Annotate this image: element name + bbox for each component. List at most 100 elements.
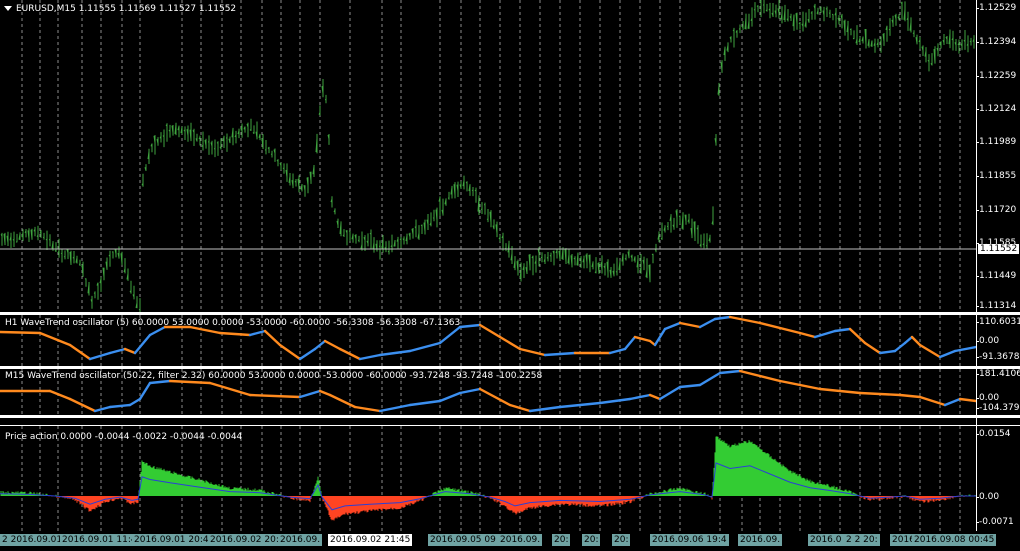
m15-scale: 181.4106 0.00 -104.3799 bbox=[975, 369, 1020, 415]
price-bar-tick bbox=[216, 142, 219, 144]
oscillator-segment bbox=[798, 331, 817, 339]
oscillator-segment bbox=[738, 369, 782, 383]
price-tick: 1.11449 bbox=[975, 271, 1017, 281]
m15-wavetrend-title: M15 WaveTrend oscillator (50.22, filter … bbox=[5, 371, 543, 381]
h1-tick: 0.00 bbox=[975, 336, 1000, 346]
oscillator-segment bbox=[138, 381, 152, 401]
pa-tick: 0.00 bbox=[975, 492, 1000, 502]
oscillator-segment bbox=[663, 321, 682, 331]
price-tick: 1.11855 bbox=[975, 171, 1017, 181]
price-bar-tick bbox=[480, 208, 483, 211]
price-tick: 1.12394 bbox=[975, 37, 1017, 47]
oscillator-segment bbox=[323, 339, 342, 351]
price-bar-tick bbox=[888, 28, 891, 31]
price-tick: 1.12124 bbox=[975, 104, 1017, 114]
price-bar-tick bbox=[282, 167, 285, 170]
time-label: 2016.09.08 00:45 bbox=[912, 534, 997, 546]
oscillator-segment bbox=[953, 345, 976, 353]
time-label: 2016.09.01 20:4 bbox=[132, 534, 211, 546]
oscillator-segment bbox=[263, 329, 282, 347]
time-label: 2 2016.09.01 bbox=[0, 534, 65, 546]
oscillator-segment bbox=[718, 369, 742, 375]
oscillator-segment bbox=[148, 325, 167, 337]
oscillator-segment bbox=[758, 321, 802, 335]
oscillator-segment bbox=[678, 321, 702, 329]
oscillator-segment bbox=[108, 347, 127, 355]
oscillator-segment bbox=[358, 353, 382, 361]
time-label: 20: bbox=[612, 534, 631, 546]
time-label: 2016.09. bbox=[278, 534, 323, 546]
oscillator-segment bbox=[0, 330, 42, 335]
oscillator-segment bbox=[48, 389, 72, 401]
oscillator-segment bbox=[678, 383, 702, 389]
oscillator-segment bbox=[713, 315, 732, 321]
price-action-title: Price action 0.0000 -0.0044 -0.0022 -0.0… bbox=[5, 432, 243, 442]
h1-wavetrend-title: H1 WaveTrend oscillator (5) 60.0000 53.0… bbox=[5, 318, 461, 328]
oscillator-segment bbox=[918, 395, 947, 407]
time-label: 2016.09. bbox=[738, 534, 783, 546]
oscillator-segment bbox=[248, 393, 302, 399]
oscillator-segment bbox=[378, 403, 412, 413]
time-label: 2 2 20: bbox=[844, 534, 880, 546]
oscillator-segment bbox=[378, 349, 412, 357]
price-bar-tick bbox=[879, 40, 882, 43]
time-label: 2016.09.02 20: bbox=[208, 534, 281, 546]
oscillator-segment bbox=[633, 335, 652, 343]
oscillator-segment bbox=[898, 393, 922, 399]
oscillator-segment bbox=[353, 405, 382, 413]
oscillator-segment bbox=[598, 397, 632, 405]
time-label: 2016.09.06 19:4 bbox=[650, 534, 729, 546]
h1-scale: 110.6031 0.00 -91.3678 bbox=[975, 315, 1020, 366]
empty-scale bbox=[976, 418, 1020, 425]
oscillator-segment bbox=[123, 347, 137, 355]
current-price-badge: 1.11552 bbox=[978, 244, 1020, 254]
price-bar-tick bbox=[753, 9, 756, 11]
oscillator-segment bbox=[218, 331, 252, 337]
chart-title: EURUSD,M15 1.11555 1.11569 1.11527 1.115… bbox=[4, 5, 236, 14]
oscillator-segment bbox=[858, 391, 902, 397]
oscillator-segment bbox=[958, 397, 976, 403]
price-action-pane[interactable]: Price action 0.0000 -0.0044 -0.0022 -0.0… bbox=[0, 426, 1020, 531]
oscillator-segment bbox=[608, 347, 627, 355]
oscillator-segment bbox=[168, 379, 212, 385]
oscillator-segment bbox=[93, 405, 112, 413]
price-bar-tick bbox=[660, 238, 663, 240]
collapse-triangle-icon[interactable] bbox=[4, 6, 12, 11]
m15-tick: 181.4106 bbox=[976, 369, 1020, 379]
oscillator-segment bbox=[938, 349, 957, 359]
price-bar-tick bbox=[912, 32, 915, 35]
price-bar-tick bbox=[420, 224, 423, 227]
time-label: 2016.0 bbox=[808, 534, 844, 546]
price-bar-tick bbox=[756, 5, 759, 7]
oscillator-segment bbox=[813, 329, 837, 339]
oscillator-segment bbox=[318, 389, 332, 397]
time-label: 20: bbox=[582, 534, 601, 546]
oscillator-segment bbox=[68, 343, 92, 361]
oscillator-segment bbox=[408, 399, 442, 407]
oscillator-segment bbox=[278, 343, 302, 361]
price-bar-tick bbox=[732, 29, 735, 32]
price-action-scale: 0.0154 0.00 -0.0071 bbox=[975, 426, 1020, 531]
time-axis[interactable]: 2 2016.09.01 2016.09.01 11:4 2016.09.01 … bbox=[0, 531, 997, 551]
price-scale[interactable]: 1.12529 1.12394 1.12259 1.12124 1.11989 … bbox=[975, 0, 1020, 312]
time-label: 20: bbox=[552, 534, 571, 546]
oscillator-segment bbox=[108, 403, 132, 409]
oscillator-segment bbox=[863, 341, 882, 355]
oscillator-segment bbox=[848, 327, 867, 345]
oscillator-segment bbox=[653, 327, 667, 347]
time-label: 2016.09.01 11:4 bbox=[60, 534, 139, 546]
price-bar-tick bbox=[651, 253, 654, 256]
price-bar-tick bbox=[486, 218, 489, 220]
pa-tick: -0.0071 bbox=[976, 517, 1014, 527]
price-chart-pane[interactable]: EURUSD,M15 1.11555 1.11569 1.11527 1.115… bbox=[0, 0, 1020, 313]
oscillator-segment bbox=[878, 349, 897, 355]
m15-wavetrend-pane[interactable]: M15 WaveTrend oscillator (50.22, filter … bbox=[0, 369, 1020, 416]
oscillator-segment bbox=[918, 343, 942, 359]
price-tick: 1.11720 bbox=[975, 205, 1017, 215]
oscillator-segment bbox=[458, 323, 482, 329]
h1-tick: -91.3678 bbox=[975, 352, 1020, 362]
h1-wavetrend-pane[interactable]: H1 WaveTrend oscillator (5) 60.0000 53.0… bbox=[0, 315, 1020, 367]
h1-tick: 110.6031 bbox=[976, 317, 1020, 327]
oscillator-segment bbox=[498, 335, 522, 351]
price-tick: 1.12529 bbox=[975, 3, 1017, 13]
